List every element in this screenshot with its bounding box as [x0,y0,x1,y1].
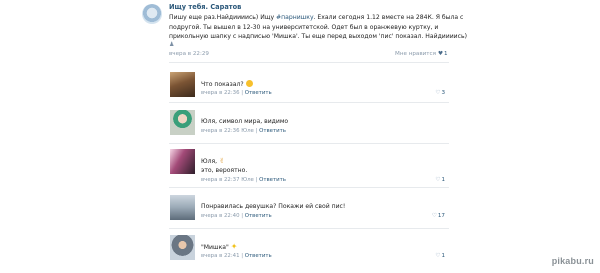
comment: "Мишка" ✦ вчера в 22:41 | Ответить ♡1 [169,235,449,273]
commenter-avatar[interactable] [170,110,195,135]
like-label: Мне нравится [395,51,436,57]
comment: Что показал? вчера в 22:36 | Ответить ♡3 [169,72,449,110]
comment-time[interactable]: вчера в 22:41 [201,253,240,259]
post-text: Пишу еще раз.Найдииииcь) Ищу #парнишку. … [169,13,469,42]
comment-like-button[interactable]: ♡3 [435,90,445,96]
comment-time[interactable]: вчера в 22:36 [201,90,240,96]
commenter-avatar[interactable] [170,235,195,260]
comment-text: Юля, символ мира, видимо [201,118,289,125]
heart-icon: ♡ [435,90,441,96]
heart-icon: ♥ [437,51,443,57]
divider [169,187,449,188]
reply-link[interactable]: Ответить [259,128,286,134]
reply-link[interactable]: Ответить [245,213,272,219]
group-avatar[interactable] [142,4,162,24]
comment: Юля, ✌ это, вероятно. вчера в 22:37 Юле |… [169,149,449,187]
hashtag-link[interactable]: #парнишку [276,14,314,21]
post-text-part: Пишу еще раз.Найдииииcь) Ищу [169,14,277,21]
victory-hand-icon: ✌ [219,157,225,165]
commenter-avatar[interactable] [170,195,195,220]
divider [169,228,449,229]
comment-time[interactable]: вчера в 22:40 [201,213,240,219]
like-count: 1 [444,51,448,57]
comment-text: Понравилась девушка? Покажи ей свой пис! [201,203,346,210]
sparkles-icon: ✦ [230,242,238,251]
comment-like-button[interactable]: ♡1 [435,253,445,259]
post-like-button[interactable]: Мне нравится ♥1 [395,51,448,57]
comment-meta: вчера в 22:36 | Ответить [201,90,272,96]
comment-meta: вчера в 22:40 | Ответить [201,213,272,219]
comment-like-button[interactable]: ♡17 [432,213,445,219]
comment-time[interactable]: вчера в 22:37 Юле [201,177,254,183]
comment-text: "Мишка" ✦ [201,242,238,251]
heart-icon: ♡ [431,213,437,219]
wall-post: Ищу тебя. Саратов Пишу еще раз.Найдииииc… [140,0,467,269]
divider [169,143,449,144]
commenter-avatar[interactable] [170,149,195,174]
divider [169,62,449,63]
post-timestamp[interactable]: вчера в 22:29 [169,51,209,57]
heart-icon: ♡ [435,177,441,183]
group-name-link[interactable]: Ищу тебя. Саратов [169,3,241,11]
comment-time[interactable]: вчера в 22:36 Юле [201,128,254,134]
divider [169,102,449,103]
comment-text: Юля, ✌ это, вероятно. [201,157,248,174]
comment-meta: вчера в 22:41 | Ответить [201,253,272,259]
reply-link[interactable]: Ответить [259,177,286,183]
commenter-avatar[interactable] [170,72,195,97]
comment-like-button[interactable]: ♡1 [435,177,445,183]
smiley-icon [245,80,253,87]
comment-meta: вчера в 22:37 Юле | Ответить [201,177,286,183]
author-icon[interactable]: ♟ [169,41,174,48]
reply-link[interactable]: Ответить [245,253,272,259]
watermark: pikabu.ru [551,256,594,266]
heart-icon: ♡ [435,253,441,259]
reply-link[interactable]: Ответить [245,90,272,96]
comment-text: Что показал? [201,80,253,90]
comment-meta: вчера в 22:36 Юле | Ответить [201,128,286,134]
